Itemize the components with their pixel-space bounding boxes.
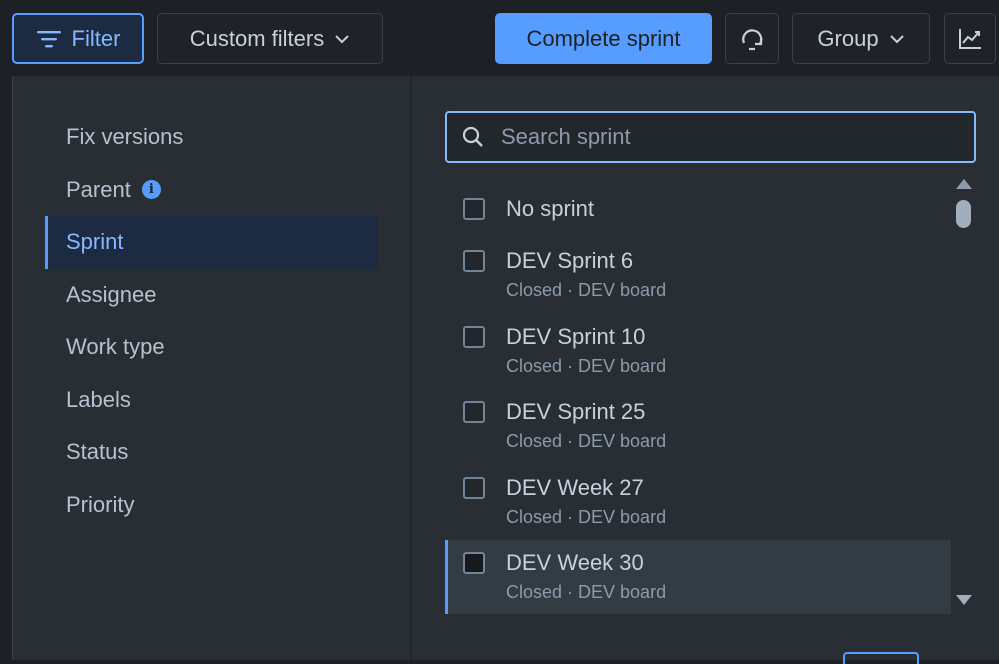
scroll-down-arrow-icon[interactable]	[956, 595, 972, 605]
sprint-name: DEV Sprint 25	[506, 399, 646, 424]
sprint-meta: Closed · DEV board	[506, 506, 667, 527]
sprint-checkbox[interactable]	[463, 401, 485, 423]
custom-filters-label: Custom filters	[189, 25, 325, 51]
group-label: Group	[817, 25, 879, 51]
sprint-option[interactable]: DEV Week 27 Closed · DEV board	[445, 465, 951, 541]
sprint-option-text: DEV Sprint 10 Closed · DEV board	[506, 324, 666, 377]
complete-sprint-label: Complete sprint	[526, 25, 681, 51]
category-assignee[interactable]: Assignee	[13, 269, 378, 322]
category-label: Work type	[66, 334, 165, 360]
sprint-option-text: DEV Sprint 6 Closed · DEV board	[506, 248, 666, 301]
sprint-meta: Closed · DEV board	[506, 582, 667, 602]
filter-category-list: Fix versions Parent i Sprint Assignee Wo…	[13, 111, 378, 531]
sprint-name: DEV Week 27	[506, 474, 644, 500]
category-sprint[interactable]: Sprint	[45, 216, 378, 269]
category-work-type[interactable]: Work type	[13, 321, 378, 374]
sprint-checkbox[interactable]	[463, 552, 485, 574]
sprint-option[interactable]: No sprint	[445, 180, 951, 238]
sprint-name: DEV Week 30	[506, 550, 644, 575]
sprint-option-text: DEV Week 30 Closed · DEV board	[506, 550, 666, 603]
footer-button-edge[interactable]	[843, 652, 919, 664]
sprint-name: DEV Sprint 6	[506, 248, 634, 273]
filter-button[interactable]: Filter	[12, 13, 144, 64]
sprint-option-text: No sprint	[506, 196, 594, 222]
sprint-checkbox[interactable]	[463, 198, 485, 220]
sprint-option-text: DEV Week 27 Closed · DEV board	[506, 475, 666, 528]
insights-button[interactable]	[944, 13, 996, 64]
category-label: Labels	[66, 386, 131, 412]
sprint-checkbox[interactable]	[463, 325, 485, 348]
category-parent[interactable]: Parent i	[13, 164, 378, 217]
sprint-meta: Closed · DEV board	[506, 355, 667, 376]
category-label: Fix versions	[66, 124, 184, 150]
sprint-option[interactable]: DEV Sprint 10 Closed · DEV board	[445, 314, 951, 390]
sprint-search-box[interactable]	[445, 111, 976, 163]
group-button[interactable]: Group	[792, 13, 930, 64]
filter-dropdown-panel: Fix versions Parent i Sprint Assignee Wo…	[12, 76, 999, 664]
search-icon	[462, 126, 483, 147]
sprint-option[interactable]: DEV Sprint 25 Closed · DEV board	[445, 389, 951, 465]
scrollbar-thumb[interactable]	[956, 200, 971, 228]
sprint-option-text: DEV Sprint 25 Closed · DEV board	[506, 399, 666, 452]
filter-button-label: Filter	[71, 25, 121, 51]
chevron-down-icon	[889, 34, 904, 43]
category-label: Sprint	[66, 229, 124, 255]
complete-sprint-button[interactable]: Complete sprint	[495, 13, 712, 64]
board-toolbar: Filter Custom filters Complete sprint Gr…	[0, 0, 999, 76]
category-label: Parent	[66, 176, 131, 202]
filter-lines-icon	[36, 30, 61, 47]
panel-divider	[410, 76, 412, 660]
custom-filters-button[interactable]: Custom filters	[157, 13, 383, 64]
category-priority[interactable]: Priority	[13, 479, 378, 532]
category-labels[interactable]: Labels	[13, 374, 378, 427]
sprint-checkbox[interactable]	[463, 476, 485, 499]
sync-icon	[742, 28, 763, 50]
category-label: Assignee	[66, 281, 157, 307]
sprint-name: No sprint	[506, 196, 595, 221]
category-label: Priority	[66, 491, 135, 517]
category-status[interactable]: Status	[13, 426, 378, 479]
sprint-meta: Closed · DEV board	[506, 431, 667, 451]
scroll-up-arrow-icon[interactable]	[956, 179, 972, 189]
line-chart-icon	[959, 28, 981, 49]
sprint-option[interactable]: DEV Sprint 6 Closed · DEV board	[445, 238, 951, 314]
sprint-meta: Closed · DEV board	[506, 280, 667, 300]
info-icon[interactable]: i	[141, 180, 161, 200]
sprint-options-list: No sprint DEV Sprint 6 Closed · DEV boar…	[445, 180, 951, 614]
category-fix-versions[interactable]: Fix versions	[13, 111, 378, 164]
sync-button[interactable]	[725, 13, 779, 64]
sprint-name: DEV Sprint 10	[506, 323, 646, 349]
sprint-search-input[interactable]	[485, 113, 974, 161]
app-frame: Filter Custom filters Complete sprint Gr…	[0, 0, 999, 664]
chevron-down-icon	[335, 34, 349, 43]
sprint-checkbox[interactable]	[463, 250, 485, 272]
sprint-option[interactable]: DEV Week 30 Closed · DEV board	[445, 540, 951, 614]
category-label: Status	[66, 439, 129, 465]
